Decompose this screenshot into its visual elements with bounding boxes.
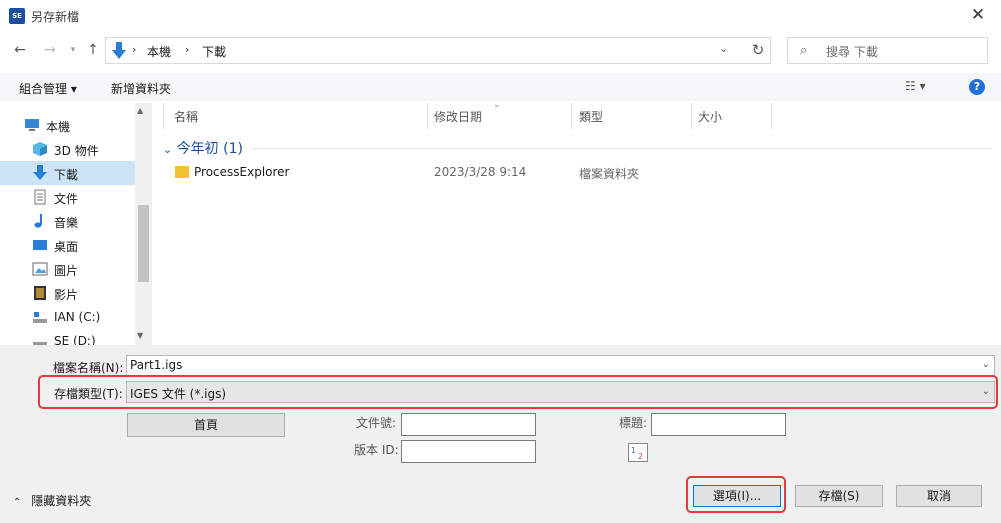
view-options-button[interactable]: ☷ ▾ [905,79,926,93]
document-icon [34,189,46,205]
sort-order-icon[interactable]: 1 2 [628,443,648,462]
navigation-pane: 本機 3D 物件 下載 文件 音樂 桌面 圖片 影片 IAN (C:) SE (… [0,103,153,348]
breadcrumb-item[interactable]: 本機 [147,43,171,60]
app-icon: SE [9,8,25,24]
filename-label: 檔案名稱(N): [53,361,124,375]
doc-number-field[interactable] [401,413,536,436]
cell-modified: 2023/3/28 9:14 [434,165,527,179]
column-header-modified[interactable]: 修改日期 [434,108,482,128]
group-header[interactable]: ⌄ 今年初 (1) [163,138,243,158]
breadcrumb-item[interactable]: 下載 [202,43,226,60]
column-header-name[interactable]: 名稱 [174,108,198,128]
nav-item-label: 圖片 [54,264,79,278]
table-row[interactable]: ProcessExplorer 2023/3/28 9:14 檔案資料夾 [170,162,992,184]
chevron-down-icon[interactable]: ⌄ [982,359,990,370]
column-separator [427,103,428,130]
sort-chevron-icon: ⌄ [493,100,501,110]
cube-icon [33,142,47,156]
column-header-size[interactable]: 大小 [698,108,722,128]
nav-item-label: 音樂 [54,216,79,230]
search-placeholder: 搜尋 下載 [826,45,878,59]
scroll-up-icon[interactable]: ▲ [137,106,143,115]
nav-item-desktop[interactable]: 桌面 [0,233,135,257]
folder-icon [175,166,189,178]
nav-item-label: 本機 [46,120,71,134]
homepage-button[interactable]: 首頁 [127,413,285,437]
download-arrow-icon [112,42,126,59]
column-separator [691,103,692,130]
column-header-type[interactable]: 類型 [579,108,603,128]
hide-folders-toggle[interactable]: ⌃ 隱藏資料夾 [13,492,91,509]
back-arrow-icon[interactable]: ← [10,40,30,60]
computer-icon [25,119,39,131]
filename-value: Part1.igs [130,358,183,372]
nav-item-label: 文件 [54,192,79,206]
up-arrow-icon[interactable]: ↑ [83,40,103,60]
search-input[interactable]: ⌕ 搜尋 下載 [787,37,988,64]
version-id-label: 版本 ID: [354,443,399,457]
nav-scrollbar-thumb[interactable] [138,205,149,282]
title-field[interactable] [651,413,786,436]
nav-item-3d-objects[interactable]: 3D 物件 [0,137,135,161]
nav-item-pictures[interactable]: 圖片 [0,257,135,281]
chevron-down-icon: ⌄ [163,143,173,156]
version-id-field[interactable] [401,440,536,463]
close-button[interactable]: ✕ [955,0,1001,32]
refresh-icon[interactable]: ↻ [745,38,771,63]
window-title: 另存新檔 [31,10,80,24]
nav-item-this-pc[interactable]: 本機 [0,113,135,137]
recent-locations-chevron-icon[interactable]: ▾ [63,40,83,60]
column-separator [163,103,164,130]
drive-icon [33,312,47,323]
breadcrumb-separator-icon: › [185,43,190,56]
new-folder-button[interactable]: 新增資料夾 [111,80,171,97]
options-highlight-box [686,476,786,513]
svg-text:2: 2 [638,452,643,461]
help-icon[interactable]: ? [969,79,985,95]
nav-item-label: IAN (C:) [54,310,101,324]
address-bar[interactable]: › 本機 › 下載 ⌄ [105,37,771,64]
search-icon: ⌕ [800,43,808,58]
title-label: 標題: [619,416,648,430]
nav-item-label: 影片 [54,288,79,302]
column-separator [571,103,572,130]
doc-number-label: 文件號: [356,416,397,430]
forward-arrow-icon[interactable]: → [40,40,60,60]
group-title: 今年初 (1) [176,141,243,157]
filetype-highlight-box [38,375,998,409]
breadcrumb-separator-icon: › [132,43,137,56]
nav-item-label: 桌面 [54,240,79,254]
title-bar: SE 另存新檔 ✕ [0,0,1001,32]
pictures-icon [32,262,48,276]
nav-item-label: 下載 [54,168,79,182]
cancel-button[interactable]: 取消 [896,485,982,507]
filename-field[interactable]: Part1.igs ⌄ [126,355,995,376]
music-icon [34,214,42,228]
nav-item-downloads[interactable]: 下載 [0,161,135,185]
desktop-icon [33,240,47,250]
nav-item-music[interactable]: 音樂 [0,209,135,233]
cell-type: 檔案資料夾 [579,167,640,181]
nav-item-drive-c[interactable]: IAN (C:) [0,305,135,329]
nav-item-documents[interactable]: 文件 [0,185,135,209]
hide-folders-label: 隱藏資料夾 [31,494,92,508]
save-button[interactable]: 存檔(S) [795,485,883,507]
column-separator [771,103,772,130]
download-icon [33,165,47,180]
group-divider [252,148,992,149]
scroll-down-icon[interactable]: ▼ [137,331,143,340]
organize-button[interactable]: 組合管理 ▾ [19,80,77,97]
command-toolbar: 組合管理 ▾ 新增資料夾 ☷ ▾ ? [0,73,1001,101]
nav-item-label: 3D 物件 [54,144,99,158]
chevron-up-icon: ⌃ [13,497,22,508]
nav-item-videos[interactable]: 影片 [0,281,135,305]
cell-name: ProcessExplorer [194,165,290,179]
video-icon [34,286,46,300]
address-dropdown-icon[interactable]: ⌄ [719,42,728,55]
svg-text:1: 1 [631,446,636,455]
